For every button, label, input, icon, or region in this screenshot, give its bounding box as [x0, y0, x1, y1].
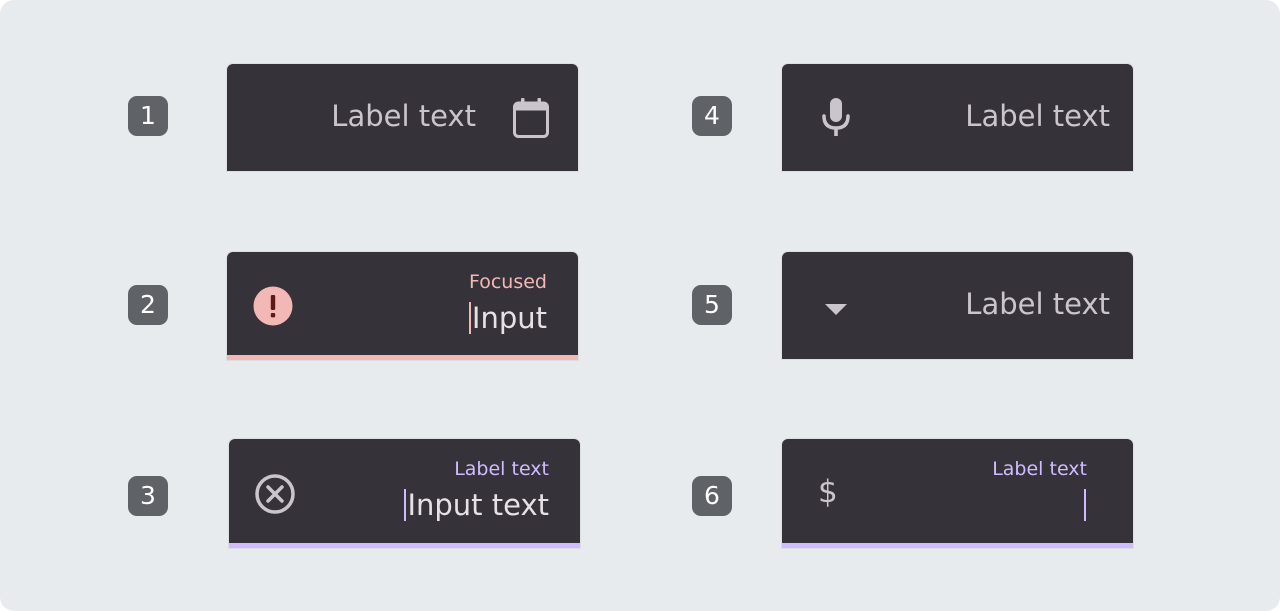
- field-label: Label text: [965, 287, 1110, 321]
- badge-1: 1: [128, 96, 168, 136]
- calendar-icon[interactable]: [513, 98, 549, 142]
- text-field-2[interactable]: Focused Input: [227, 252, 578, 360]
- text-caret: [1084, 489, 1086, 521]
- active-indicator-line: [229, 543, 580, 548]
- canvas: 1 2 3 4 5 6 Label text Focused Input Lab…: [0, 0, 1280, 611]
- input-value: Input: [471, 301, 547, 335]
- badge-2: 2: [128, 285, 168, 325]
- text-field-4[interactable]: Label text: [782, 64, 1133, 171]
- prefix-text: $: [818, 474, 838, 510]
- dropdown-arrow-icon[interactable]: [825, 301, 847, 320]
- text-caret: [468, 302, 471, 334]
- text-field-5[interactable]: Label text: [782, 252, 1133, 359]
- error-indicator-line: [227, 355, 578, 360]
- microphone-icon[interactable]: [820, 97, 852, 141]
- field-input[interactable]: [1084, 488, 1087, 522]
- badge-4: 4: [692, 96, 732, 136]
- text-field-3[interactable]: Label text Input text: [229, 439, 580, 548]
- active-indicator-line: [782, 543, 1133, 548]
- field-label: Label text: [992, 458, 1087, 480]
- input-value: Input text: [407, 488, 549, 522]
- field-label: Label text: [965, 99, 1110, 133]
- field-label: Label text: [331, 99, 476, 133]
- field-label: Focused: [468, 271, 547, 293]
- field-input[interactable]: Input: [468, 301, 547, 335]
- badge-3: 3: [128, 476, 168, 516]
- text-field-1[interactable]: Label text: [227, 64, 578, 171]
- cancel-circle-icon[interactable]: [255, 474, 295, 518]
- field-label: Label text: [454, 458, 549, 480]
- badge-6: 6: [692, 476, 732, 516]
- badge-5: 5: [692, 285, 732, 325]
- error-icon: [253, 286, 293, 330]
- text-field-6[interactable]: $ Label text: [782, 439, 1133, 548]
- field-input[interactable]: Input text: [404, 488, 549, 522]
